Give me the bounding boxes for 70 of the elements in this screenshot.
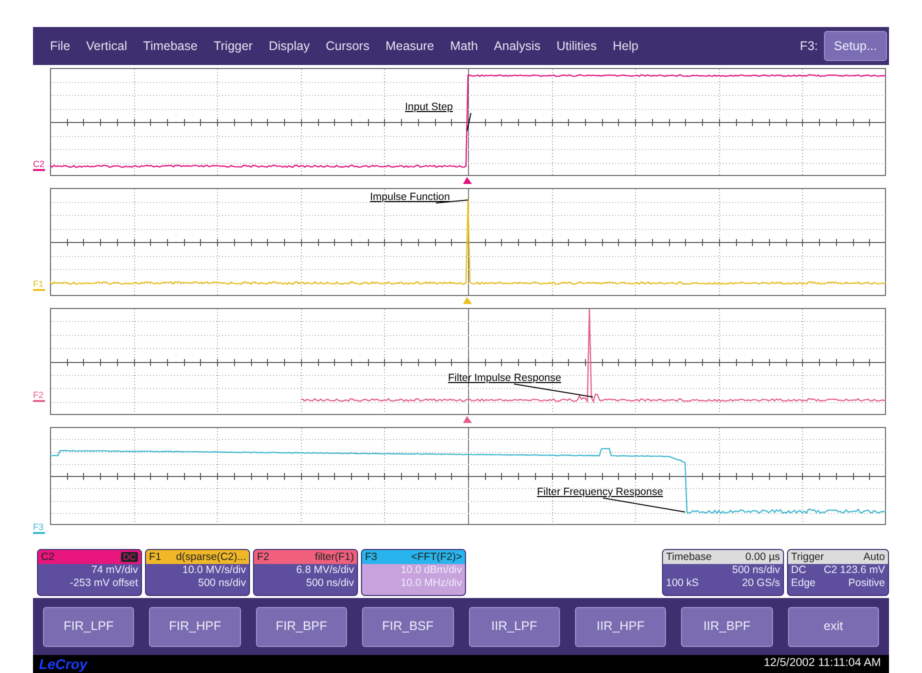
- trace-label: F2: [33, 391, 44, 400]
- descriptor-value: 74 mV/div: [90, 564, 139, 577]
- ground-marker-icon: [33, 400, 45, 402]
- panel-title: Trigger: [791, 550, 824, 564]
- trace-label: C2: [33, 160, 45, 169]
- channel-descriptor[interactable]: F3 <FFT(F2)> 10.0 dBm/div 10.0 MHz/div: [361, 549, 466, 596]
- setup-button[interactable]: Setup...: [824, 30, 887, 62]
- annotation-label: Filter Impulse Response: [448, 372, 562, 384]
- annotation-label: Filter Frequency Response: [537, 486, 664, 498]
- function-label: filter(F1): [314, 550, 354, 564]
- descriptor-value: 10.0 dBm/div: [400, 564, 463, 577]
- descriptor-value: 500 ns/div: [197, 577, 247, 590]
- ground-marker-icon: [33, 289, 45, 291]
- trace-label: F3: [33, 523, 44, 532]
- trigger-value: C2 123.6 mV: [824, 564, 885, 577]
- timebase-value: 20 GS/s: [742, 577, 780, 590]
- coupling-badge: DC: [121, 552, 138, 562]
- menu-item[interactable]: File: [42, 36, 78, 56]
- menu-item[interactable]: Math: [442, 36, 486, 56]
- function-label: <FFT(F2)>: [411, 550, 462, 564]
- trigger-panel[interactable]: Trigger Auto DC C2 123.6 mV Edge Positive: [787, 549, 889, 596]
- function-label: d(sparse(C2)...: [176, 550, 246, 564]
- panel-title: Timebase: [666, 550, 712, 564]
- descriptor-value: -253 mV offset: [68, 577, 139, 590]
- timebase-panel[interactable]: Timebase 0.00 µs 500 ns/div 100 kS 20 GS/s: [662, 549, 784, 596]
- channel-name: C2: [41, 550, 54, 564]
- trigger-value: Edge: [791, 577, 816, 590]
- filter-button[interactable]: IIR_HPF: [574, 606, 666, 646]
- menu-item[interactable]: Help: [604, 36, 646, 56]
- menu-item[interactable]: Analysis: [486, 36, 548, 56]
- descriptor-value: 10.0 MHz/div: [400, 577, 463, 590]
- menu-item[interactable]: Display: [260, 36, 318, 56]
- menu-item[interactable]: Cursors: [318, 36, 378, 56]
- trigger-value: DC: [791, 564, 806, 577]
- filter-button[interactable]: exit: [788, 606, 879, 646]
- leader-line: [466, 112, 472, 132]
- channel-name: F2: [257, 550, 270, 564]
- channel-descriptor[interactable]: F1 d(sparse(C2)... 10.0 MV/s/div 500 ns/div: [145, 549, 250, 596]
- menu-item[interactable]: Vertical: [78, 36, 136, 56]
- descriptor-value: 6.8 MV/s/div: [295, 564, 355, 577]
- leader-line: [436, 200, 468, 204]
- channel-descriptor[interactable]: C2 DC 74 mV/div -253 mV offset: [37, 549, 142, 596]
- shortcut-label: F3:: [800, 38, 818, 55]
- filter-button[interactable]: FIR_LPF: [43, 606, 134, 646]
- channel-name: F3: [365, 550, 378, 564]
- trigger-value: Positive: [848, 577, 885, 590]
- trace-label: F1: [33, 280, 44, 289]
- filter-button[interactable]: IIR_LPF: [468, 606, 560, 646]
- date-time: 12/5/2002 11:11:04 AM: [764, 656, 881, 672]
- ground-marker-icon: [33, 169, 45, 171]
- filter-button[interactable]: FIR_HPF: [149, 606, 241, 646]
- annotation-label: Input Step: [405, 101, 453, 113]
- menu-item[interactable]: Measure: [377, 36, 442, 56]
- filter-button[interactable]: FIR_BPF: [256, 606, 348, 646]
- brand-logo: LeCroy: [39, 656, 88, 672]
- channel-descriptor[interactable]: F2 filter(F1) 6.8 MV/s/div 500 ns/div: [253, 549, 358, 596]
- descriptor-value: 500 ns/div: [305, 577, 355, 590]
- timebase-value: 100 kS: [666, 577, 699, 590]
- filter-button[interactable]: IIR_BPF: [681, 606, 773, 646]
- filter-button[interactable]: FIR_BSF: [362, 606, 454, 646]
- channel-name: F1: [149, 550, 162, 564]
- menu-item[interactable]: Trigger: [206, 36, 261, 56]
- timebase-value: 500 ns/div: [731, 564, 781, 577]
- menu-item[interactable]: Utilities: [548, 36, 605, 56]
- timebase-value: 0.00 µs: [745, 550, 780, 564]
- trigger-value: Auto: [863, 550, 885, 564]
- ground-marker-icon: [33, 532, 45, 534]
- descriptor-value: 10.0 MV/s/div: [181, 564, 247, 577]
- annotation-label: Impulse Function: [370, 191, 450, 203]
- menu-item[interactable]: Timebase: [135, 36, 206, 56]
